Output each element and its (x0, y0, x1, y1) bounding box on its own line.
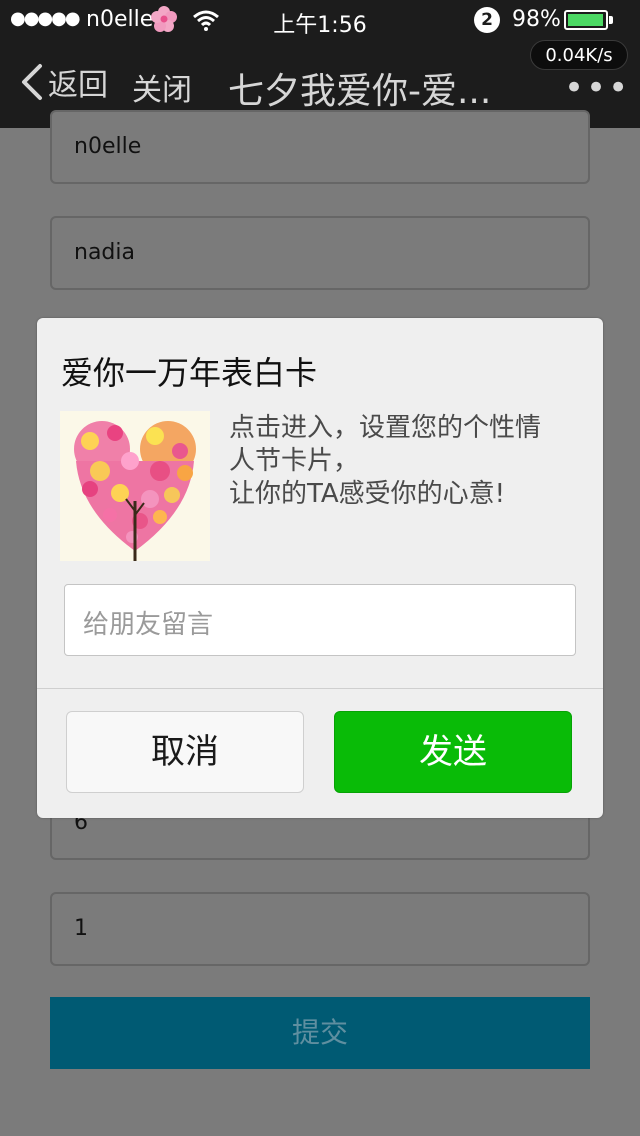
description-line: 点击进入，设置您的个性情 (229, 413, 542, 443)
status-bar: ●●●●● n0elle 上午1:56 2 98% (0, 0, 640, 40)
form-field-name[interactable]: n0elle (50, 110, 590, 184)
description-line: 让你的TA感受你的心意! (229, 479, 506, 509)
close-button[interactable]: 关闭 (132, 65, 192, 109)
description-line: 人节卡片， (229, 446, 360, 476)
page-title: 七夕我爱你-爱... (228, 71, 492, 112)
battery-percent: 98% (512, 7, 561, 32)
form-field-day[interactable]: 1 (50, 892, 590, 966)
submit-button[interactable]: 提交 (50, 997, 590, 1069)
back-button[interactable]: 返回 (18, 60, 108, 104)
send-button[interactable]: 发送 (334, 711, 572, 793)
notification-badge: 2 (474, 7, 500, 33)
dialog-description: 点击进入，设置您的个性情 人节卡片， 让你的TA感受你的心意! (229, 412, 581, 511)
form-field-partner-name[interactable]: nadia (50, 216, 590, 290)
heart-tree-thumbnail (60, 411, 210, 561)
more-icon[interactable]: ••• (564, 68, 630, 108)
message-input[interactable] (64, 584, 576, 656)
network-speed-badge: 0.04K/s (530, 40, 628, 70)
battery-fill (568, 14, 604, 26)
share-dialog: 爱你一万年表白卡 点击进入，设置您的个性情 人节卡片， 让你的TA感受你的心意!… (37, 318, 603, 818)
dialog-divider (37, 688, 603, 689)
battery-icon (564, 10, 608, 30)
cancel-button[interactable]: 取消 (66, 711, 304, 793)
chevron-left-icon (22, 64, 42, 100)
battery-tip (609, 16, 613, 24)
back-label: 返回 (48, 68, 108, 103)
dialog-title: 爱你一万年表白卡 (61, 354, 318, 392)
